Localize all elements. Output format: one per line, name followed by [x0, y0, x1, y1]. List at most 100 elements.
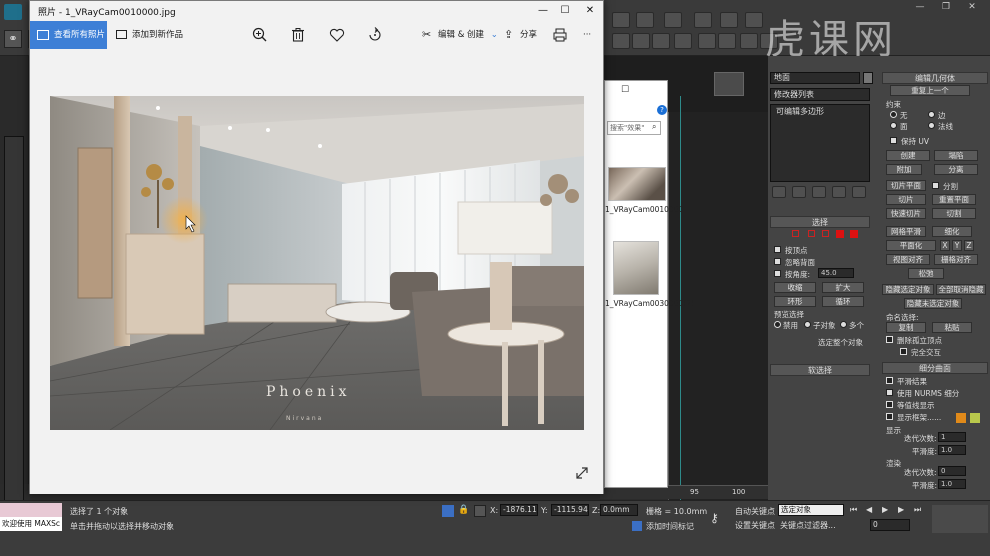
y-coord-field[interactable]: -1115.942	[551, 504, 589, 516]
planarize-z-button[interactable]: Z	[964, 240, 974, 251]
toolbar-icon[interactable]	[652, 33, 670, 49]
search-icon[interactable]: ⌕	[652, 122, 656, 132]
close-button[interactable]: ✕	[579, 3, 601, 19]
border-mode-icon[interactable]	[822, 230, 829, 237]
key-icon[interactable]: ⚷	[710, 511, 728, 525]
object-name-field[interactable]: 地面	[770, 72, 860, 84]
show-end-result-icon[interactable]	[792, 186, 806, 198]
zoom-in-icon[interactable]	[251, 26, 269, 44]
hide-unselected-button[interactable]: 隐藏未选定对象	[904, 298, 962, 309]
go-to-start-icon[interactable]: ⏮	[850, 505, 862, 515]
reset-plane-button[interactable]: 重置平面	[932, 194, 976, 205]
toolbar-icon[interactable]	[632, 33, 650, 49]
selection-rollout-title[interactable]: 选择	[770, 216, 870, 228]
share-button[interactable]: ⇪ 分享	[504, 27, 537, 43]
paste-button[interactable]: 粘贴	[932, 322, 972, 333]
modifier-stack[interactable]: 可编辑多边形	[770, 104, 870, 182]
toolbar-icon[interactable]	[664, 12, 682, 28]
copy-button[interactable]: 复制	[886, 322, 926, 333]
key-filters-button[interactable]: 关键点过滤器...	[780, 520, 836, 531]
toolbar-icon[interactable]	[698, 33, 716, 49]
display-smoothness-spinner[interactable]: 1.0	[938, 445, 966, 455]
use-nurms-checkbox[interactable]	[886, 389, 893, 396]
object-color-swatch[interactable]	[863, 72, 873, 84]
make-unique-icon[interactable]	[812, 186, 826, 198]
file-thumbnail[interactable]	[608, 167, 666, 201]
pin-stack-icon[interactable]	[772, 186, 786, 198]
expand-icon[interactable]	[574, 465, 590, 481]
polygon-mode-icon[interactable]	[836, 230, 844, 238]
slice-plane-button[interactable]: 切片平面	[886, 180, 926, 191]
max-app-icon[interactable]	[4, 4, 22, 20]
grid-align-button[interactable]: 栅格对齐	[934, 254, 978, 265]
toolbar-icon[interactable]	[740, 33, 758, 49]
max-restore-button[interactable]: ❐	[938, 2, 954, 12]
file-thumbnail[interactable]	[613, 241, 659, 295]
see-all-photos-button[interactable]: 查看所有照片	[30, 21, 107, 49]
toolbar-icon[interactable]	[720, 12, 738, 28]
file-name[interactable]: 1_VRayCam0030000(2)	[605, 299, 694, 309]
preview-subobj-radio[interactable]	[804, 321, 811, 328]
link-icon[interactable]: ⚭	[4, 30, 22, 48]
edit-geometry-title[interactable]: 编辑几何体	[882, 72, 988, 84]
isolate-icon[interactable]	[442, 505, 454, 517]
add-to-creation-button[interactable]: 添加到新作品	[116, 27, 183, 43]
delete-isolated-checkbox[interactable]	[886, 336, 893, 343]
toolbar-icon[interactable]	[694, 12, 712, 28]
planarize-y-button[interactable]: Y	[952, 240, 962, 251]
favorite-heart-icon[interactable]	[328, 26, 346, 44]
cage-color-swatch-2[interactable]	[970, 413, 980, 423]
photos-titlebar[interactable]: 照片 - 1_VRayCam0010000.jpg — ☐ ✕	[30, 1, 603, 21]
toolbar-icon[interactable]	[674, 33, 692, 49]
edge-mode-icon[interactable]	[808, 230, 815, 237]
render-iterations-spinner[interactable]: 0	[938, 466, 966, 476]
loop-button[interactable]: 循环	[822, 296, 864, 307]
selected-object-dropdown[interactable]: 选定对象	[778, 504, 844, 516]
print-icon[interactable]	[551, 26, 569, 44]
rotate-icon[interactable]	[366, 26, 384, 44]
cut-button[interactable]: 切割	[932, 208, 976, 219]
constraint-none-radio[interactable]	[890, 111, 897, 118]
tessellate-button[interactable]: 细化	[932, 226, 972, 237]
lock-icon[interactable]: 🔒	[458, 505, 469, 517]
current-frame-field[interactable]: 0	[870, 519, 910, 531]
photo-canvas[interactable]: Phoenix Nirvana	[30, 49, 603, 494]
edit-create-menu[interactable]: ✂ 编辑 & 创建 ⌄	[422, 27, 498, 43]
preserve-uv-checkbox[interactable]	[890, 137, 897, 144]
preview-multi-radio[interactable]	[840, 321, 847, 328]
grow-button[interactable]: 扩大	[822, 282, 864, 293]
maximize-button[interactable]: ☐	[554, 3, 576, 19]
create-button[interactable]: 创建	[886, 150, 930, 161]
prev-frame-icon[interactable]: ◀	[866, 505, 878, 515]
angle-spinner[interactable]: 45.0	[818, 268, 854, 278]
add-time-tag-icon[interactable]	[632, 521, 642, 531]
display-iterations-spinner[interactable]: 1	[938, 432, 966, 442]
minimize-button[interactable]: —	[532, 3, 554, 19]
add-time-tag-label[interactable]: 添加时间标记	[646, 521, 694, 532]
viewport-nav-icons[interactable]	[932, 505, 988, 533]
transform-mode-icon[interactable]	[474, 505, 486, 517]
constraint-face-radio[interactable]	[890, 122, 897, 129]
smooth-result-checkbox[interactable]	[886, 377, 893, 384]
preview-disabled-radio[interactable]	[774, 321, 781, 328]
slice-button[interactable]: 切片	[886, 194, 926, 205]
toolbar-icon[interactable]	[718, 33, 736, 49]
x-coord-field[interactable]: -1876.116	[500, 504, 538, 516]
remove-modifier-icon[interactable]	[832, 186, 846, 198]
unhide-all-button[interactable]: 全部取消隐藏	[936, 284, 986, 295]
select-whole-object-button[interactable]: 选定整个对象	[818, 337, 863, 348]
help-icon[interactable]: ?	[657, 105, 667, 115]
maxscript-welcome[interactable]: 欢迎使用 MAXSc	[0, 517, 62, 531]
modifier-stack-item[interactable]: 可编辑多边形	[773, 107, 867, 117]
explorer-maximize-button[interactable]: ☐	[621, 85, 629, 95]
z-coord-field[interactable]: 0.0mm	[600, 504, 638, 516]
by-angle-checkbox[interactable]	[774, 270, 781, 277]
play-icon[interactable]: ▶	[882, 505, 894, 515]
modifier-list-dropdown[interactable]: 修改器列表	[770, 88, 870, 101]
shrink-button[interactable]: 收缩	[774, 282, 816, 293]
auto-key-button[interactable]: 自动关键点	[735, 506, 775, 517]
quickslice-button[interactable]: 快速切片	[886, 208, 926, 219]
go-to-end-icon[interactable]: ⏭	[914, 505, 926, 515]
planarize-x-button[interactable]: X	[940, 240, 950, 251]
constraint-normal-radio[interactable]	[928, 122, 935, 129]
